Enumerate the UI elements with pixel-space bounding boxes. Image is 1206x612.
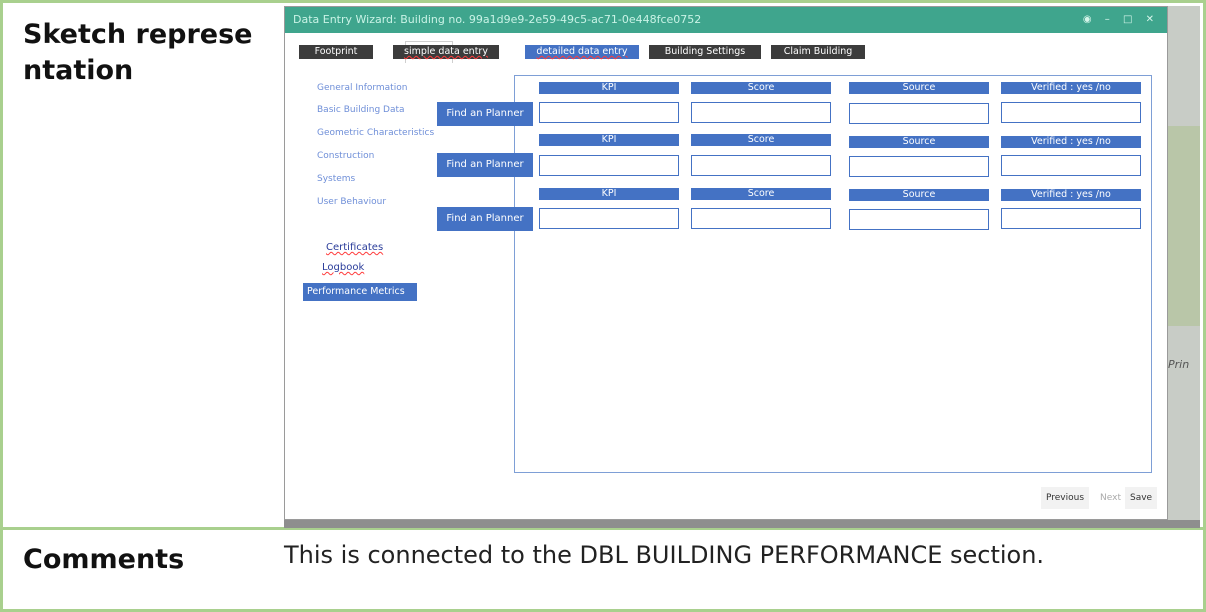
nav-systems[interactable]: Systems [317,174,355,184]
header-source: Source [849,136,989,148]
nav-user-behaviour[interactable]: User Behaviour [317,197,386,207]
score-field[interactable] [691,102,831,123]
header-score: Score [691,188,831,200]
tab-building-settings[interactable]: Building Settings [649,45,761,59]
save-button[interactable]: Save [1125,487,1158,509]
previous-button[interactable]: Previous [1041,487,1090,509]
nav-geometric-characteristics[interactable]: Geometric Characteristics [317,128,434,138]
tab-detailed-label: detailed data entry [536,46,628,57]
nav-basic-building-data[interactable]: Basic Building Data [317,105,405,115]
header-source: Source [849,82,989,94]
header-kpi: KPI [539,188,679,200]
background-map: Prin [1164,6,1200,528]
link-certificates[interactable]: Certificates [326,242,383,253]
sketch-label-cell: Sketch representation [0,0,270,530]
verified-field[interactable] [1001,102,1141,123]
nav-general-information[interactable]: General Information [317,83,407,93]
kpi-field[interactable] [539,155,679,176]
verified-field[interactable] [1001,208,1141,229]
nav-construction[interactable]: Construction [317,151,374,161]
wizard-footer: Previous Next Save [1041,487,1161,509]
tab-claim-building[interactable]: Claim Building [771,45,865,59]
header-verified: Verified : yes /no [1001,136,1141,148]
header-verified: Verified : yes /no [1001,82,1141,94]
comment-text: This is connected to the DBL BUILDING PE… [284,541,1045,569]
performance-metrics-button[interactable]: Performance Metrics [303,283,417,301]
header-kpi: KPI [539,82,679,94]
wizard-titlebar: Data Entry Wizard: Building no. 99a1d9e9… [285,7,1167,33]
kpi-field[interactable] [539,208,679,229]
background-strip [284,520,1200,528]
comments-content-cell: This is connected to the DBL BUILDING PE… [268,530,1206,612]
row-label-comments: Comments [23,544,185,575]
find-planner-button[interactable]: Find an Planner [437,102,533,126]
score-field[interactable] [691,208,831,229]
link-logbook[interactable]: Logbook [322,262,364,273]
header-source: Source [849,189,989,201]
find-planner-button[interactable]: Find an Planner [437,153,533,177]
header-score: Score [691,134,831,146]
source-field[interactable] [849,156,989,177]
data-entry-wizard: Data Entry Wizard: Building no. 99a1d9e9… [284,6,1168,520]
window-controls[interactable]: ◉ – □ ✕ [1083,7,1159,33]
tab-simple-data-entry[interactable]: simple data entry [393,45,499,59]
map-label: Prin [1168,358,1190,371]
comments-label-cell: Comments [0,530,270,612]
sketch-screenshot: Prin Data Entry Wizard: Building no. 99a… [284,6,1200,528]
kpi-field[interactable] [539,102,679,123]
wizard-title: Data Entry Wizard: Building no. 99a1d9e9… [293,13,702,26]
source-field[interactable] [849,103,989,124]
next-button[interactable]: Next [1095,487,1126,509]
tab-footprint[interactable]: Footprint [299,45,373,59]
tab-simple-label: simple data entry [404,46,488,57]
document-table: Sketch representation Prin Data Entry Wi… [0,0,1206,612]
score-field[interactable] [691,155,831,176]
source-field[interactable] [849,209,989,230]
row-label-sketch: Sketch representation [23,19,253,86]
find-planner-button[interactable]: Find an Planner [437,207,533,231]
header-score: Score [691,82,831,94]
tab-detailed-data-entry[interactable]: detailed data entry [525,45,639,59]
header-verified: Verified : yes /no [1001,189,1141,201]
verified-field[interactable] [1001,155,1141,176]
header-kpi: KPI [539,134,679,146]
map-green-area [1164,126,1200,326]
